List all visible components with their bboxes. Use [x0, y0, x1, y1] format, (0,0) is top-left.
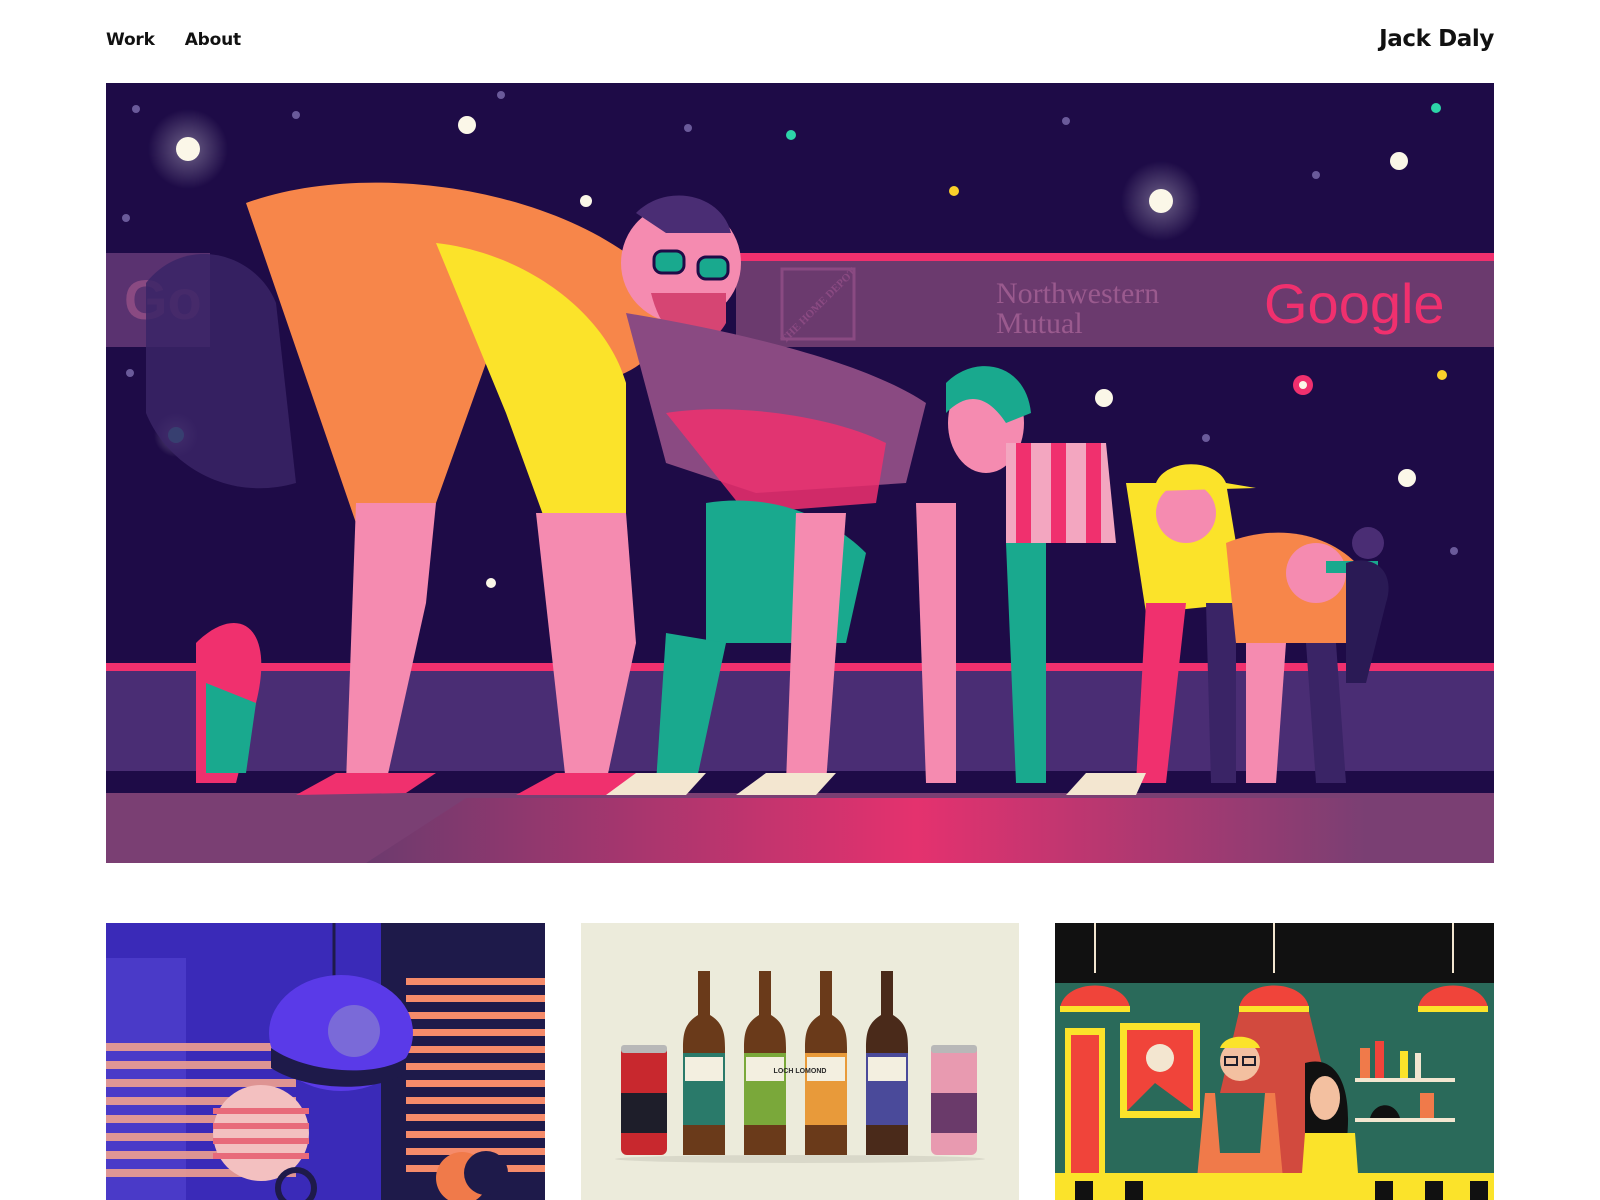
nav-work-link[interactable]: Work: [106, 30, 155, 50]
thumbnail-illustration-bar: [1055, 923, 1494, 1200]
thumbnail-illustration-window: [106, 923, 545, 1200]
project-thumbnail-loch-lomond[interactable]: LOCH LOMOND: [581, 923, 1019, 1200]
site-header: Work About Jack Daly: [106, 26, 1494, 58]
main-nav: Work About: [106, 30, 241, 50]
nav-about-link[interactable]: About: [185, 30, 241, 50]
banner-logo-northwestern: Northwestern: [996, 277, 1159, 310]
site-title-link[interactable]: Jack Daly: [1379, 26, 1494, 52]
hero-project-image[interactable]: Go THE HOME DEPOT Northwestern Mutual Go…: [106, 83, 1494, 863]
banner-logo-mutual: Mutual: [996, 307, 1083, 340]
portfolio-page: Work About Jack Daly THE HOME DEPOT Nort…: [0, 0, 1600, 1200]
project-thumbnail-night-window[interactable]: [106, 923, 545, 1200]
hero-illustration: Go THE HOME DEPOT Northwestern Mutual Go…: [106, 83, 1494, 863]
banner-logo-google: Google: [1264, 272, 1445, 335]
project-thumbnail-bar-interior[interactable]: [1055, 923, 1494, 1200]
can-right: [931, 1045, 977, 1155]
thumbnail-product-lineup: LOCH LOMOND: [581, 923, 1019, 1200]
can-left: [621, 1045, 667, 1155]
brand-label-loch-lomond: LOCH LOMOND: [774, 1068, 827, 1075]
